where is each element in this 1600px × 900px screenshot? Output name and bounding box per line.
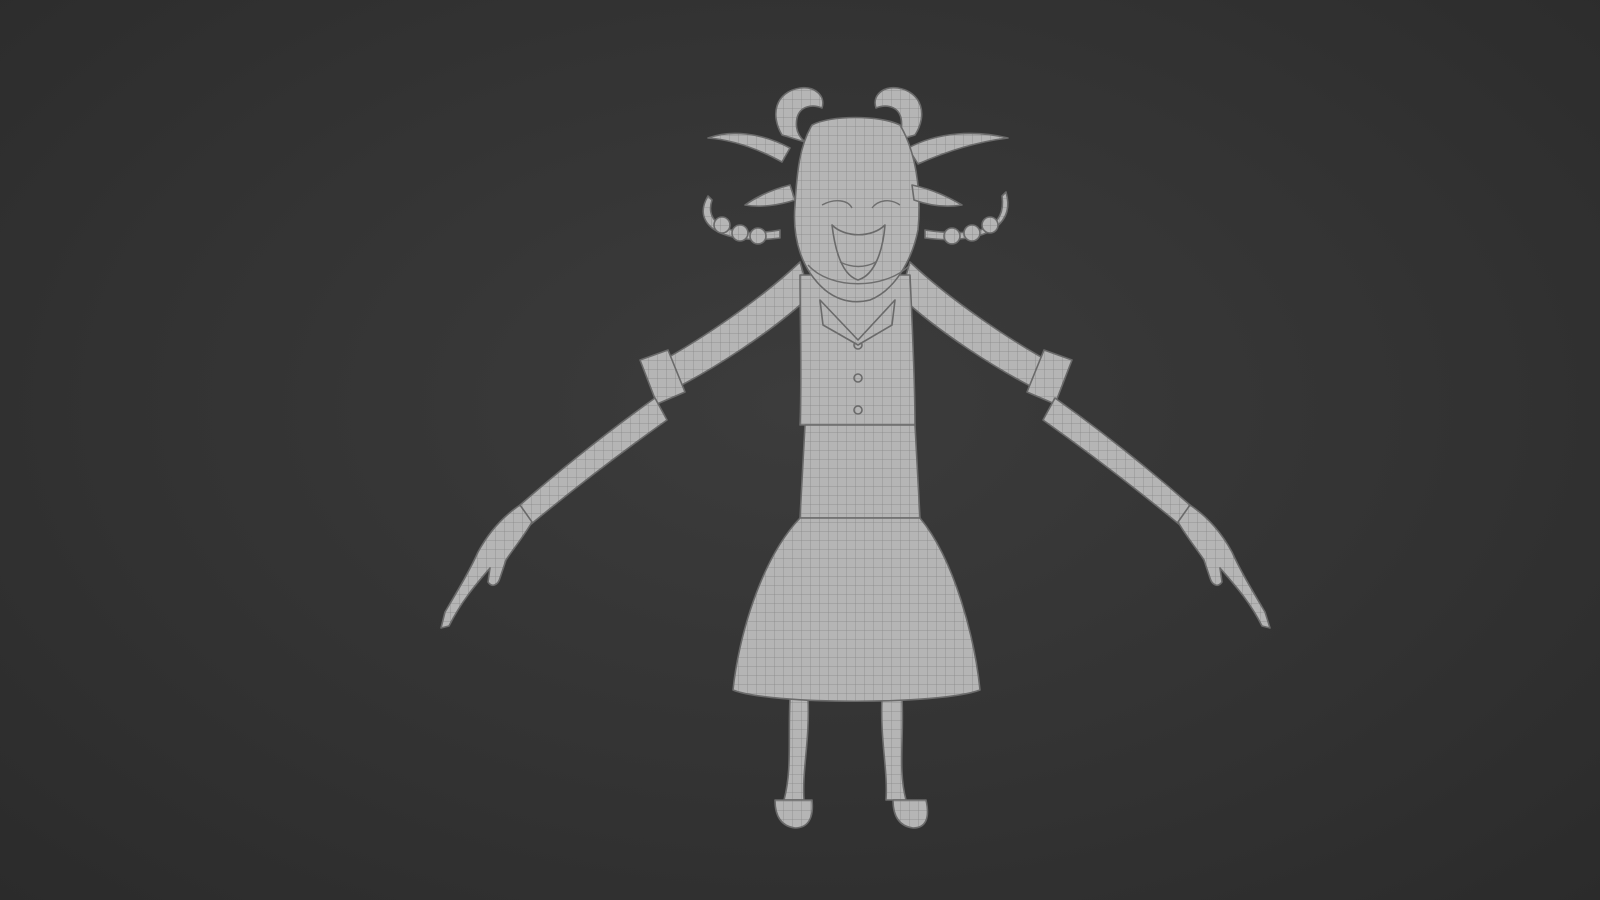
character-model (440, 86, 1271, 829)
legs (774, 697, 929, 829)
3d-viewport[interactable] (0, 0, 1600, 900)
skirt (732, 424, 981, 703)
